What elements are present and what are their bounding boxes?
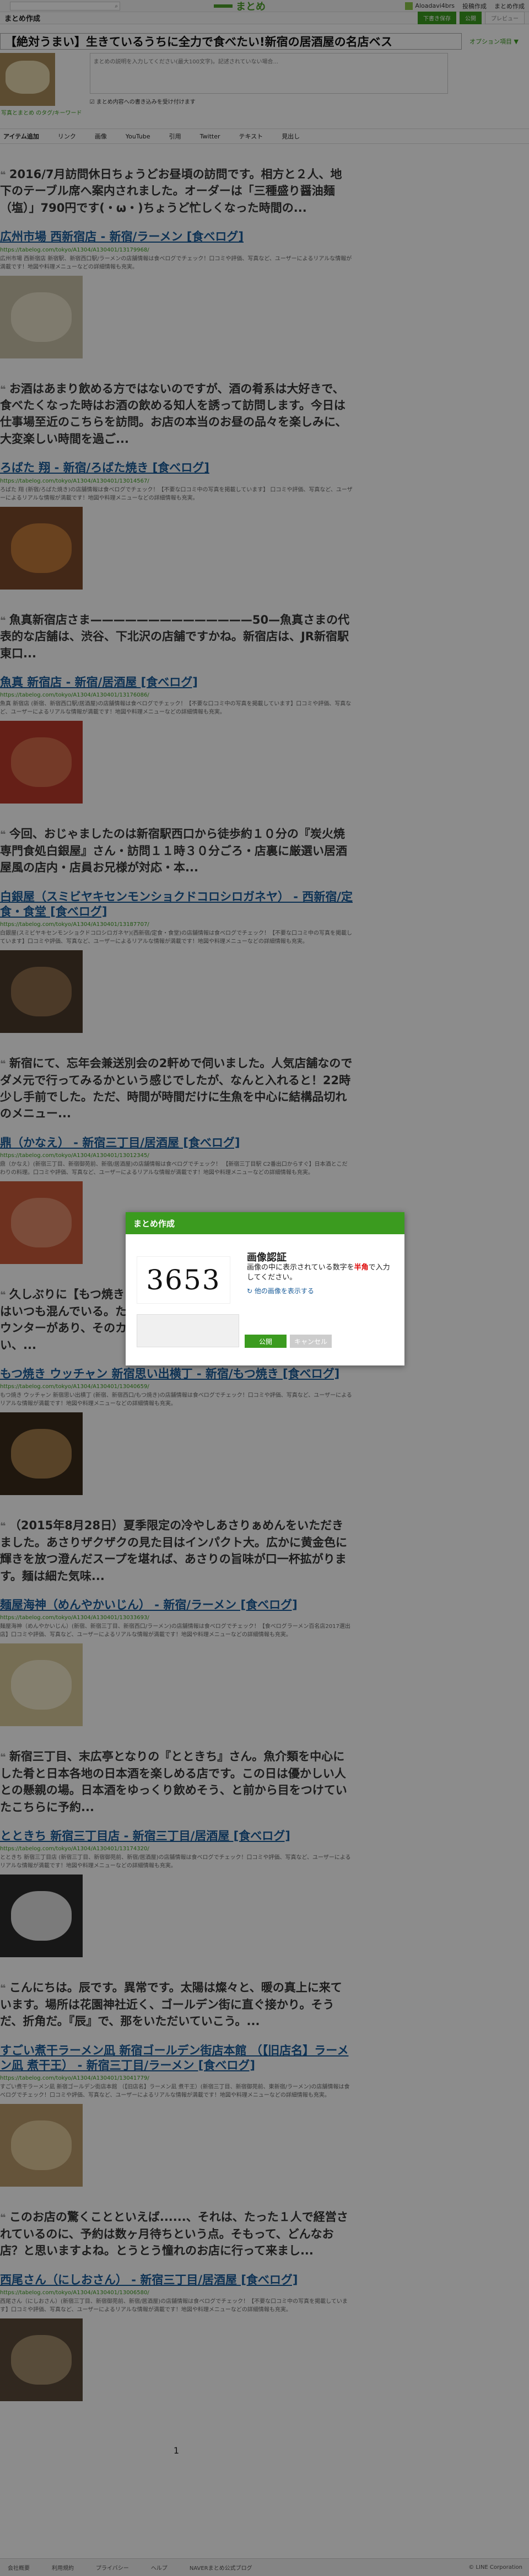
- modal-instructions: 画像の中に表示されている数字を半角で入力してください。: [247, 1263, 390, 1283]
- page: ⌕ まとめ Aloadavi4brs 投稿作成 まとめ作成 まとめ作成 下書き保…: [0, 0, 529, 2576]
- instruction-highlight: 半角: [354, 1263, 369, 1272]
- modal-title: 画像認証: [247, 1252, 287, 1263]
- refresh-captcha-link[interactable]: ↻ 他の画像を表示する: [247, 1286, 314, 1295]
- captcha-input[interactable]: [137, 1314, 239, 1347]
- refresh-label: 他の画像を表示する: [254, 1287, 314, 1295]
- captcha-modal: まとめ作成 3653 画像認証 画像の中に表示されている数字を半角で入力してくだ…: [126, 1212, 404, 1365]
- captcha-image: 3653: [137, 1256, 230, 1304]
- modal-header: まとめ作成: [126, 1212, 404, 1234]
- captcha-submit-button[interactable]: 公開: [245, 1335, 287, 1348]
- captcha-cancel-button[interactable]: キャンセル: [290, 1335, 332, 1348]
- refresh-icon: ↻: [247, 1287, 253, 1295]
- instruction-text-1: 画像の中に表示されている数字を: [247, 1263, 354, 1272]
